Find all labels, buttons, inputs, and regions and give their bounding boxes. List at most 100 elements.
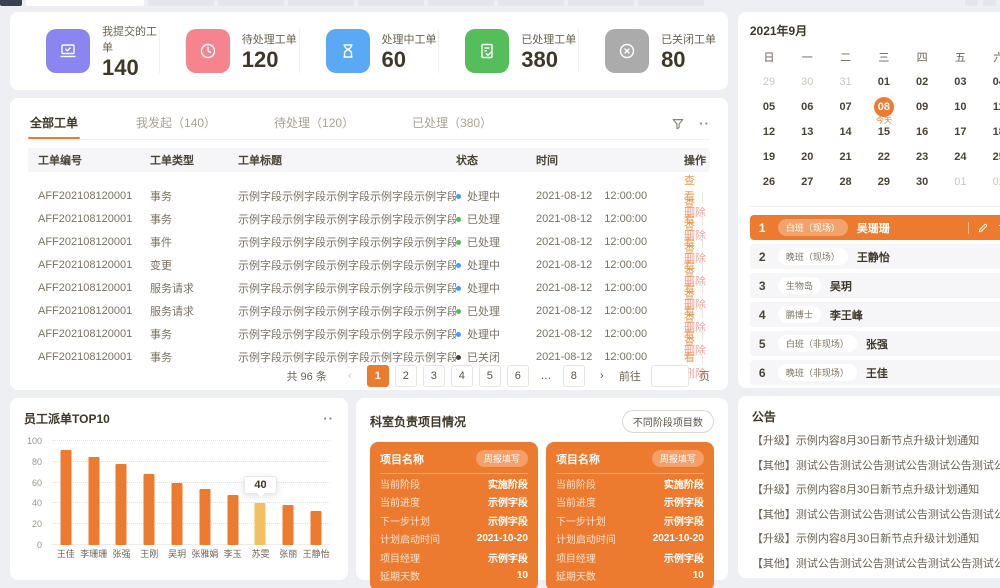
shift-row[interactable]: 2晚班（现场）王静怡 <box>750 244 1000 269</box>
page-button-3[interactable]: 3 <box>423 365 445 387</box>
mini-tab[interactable] <box>983 0 996 6</box>
shift-row[interactable]: 3生物岛吴玥 <box>750 273 1000 298</box>
bar-王佳[interactable] <box>60 450 71 545</box>
calendar-day-02[interactable]: 02 <box>903 71 941 96</box>
calendar-day-02[interactable]: 02 <box>980 171 1000 196</box>
calendar-day-16[interactable]: 16 <box>903 121 941 146</box>
filter-icon[interactable] <box>671 117 685 131</box>
calendar-day-06[interactable]: 06 <box>788 96 826 121</box>
bar-吴玥[interactable] <box>172 483 183 545</box>
calendar-day-29[interactable]: 29 <box>865 171 903 196</box>
cell-title: 示例字段示例字段示例字段示例字段示例字段 <box>238 326 456 342</box>
bar-王静怡[interactable] <box>311 511 322 545</box>
mini-tab[interactable] <box>428 0 494 6</box>
table-body: AFF202108120001事务示例字段示例字段示例字段示例字段示例字段处理中… <box>28 172 710 356</box>
calendar-day-20[interactable]: 20 <box>788 146 826 171</box>
tab-待处理（120）[interactable]: 待处理（120） <box>272 108 356 139</box>
shift-row[interactable]: 6晚班（非现场）王佳 <box>750 360 1000 385</box>
bar-张强[interactable] <box>116 464 127 545</box>
bar-张丽[interactable] <box>283 505 294 545</box>
bar-苏雯[interactable] <box>255 503 266 545</box>
calendar-day-19[interactable]: 19 <box>750 146 788 171</box>
more-icon[interactable]: ·· <box>699 117 710 130</box>
cell-status: 处理中 <box>456 188 536 204</box>
shift-row[interactable]: 1白班（现场）吴珊珊 <box>750 215 1000 240</box>
mini-tab[interactable] <box>568 0 634 6</box>
page-button-6[interactable]: 6 <box>507 365 529 387</box>
calendar-day-25[interactable]: 25 <box>980 146 1000 171</box>
tab-已处理（380）[interactable]: 已处理（380） <box>410 108 494 139</box>
mini-tab[interactable] <box>0 0 22 6</box>
calendar-day-07[interactable]: 07 <box>826 96 864 121</box>
mini-tab[interactable] <box>218 0 284 6</box>
field-value: 示例字段 <box>664 494 704 509</box>
next-page-button[interactable]: › <box>591 365 613 387</box>
prev-page-button[interactable]: ‹ <box>339 365 361 387</box>
calendar-day-30[interactable]: 30 <box>903 171 941 196</box>
calendar-day-28[interactable]: 28 <box>826 171 864 196</box>
bar-李玉[interactable] <box>227 495 238 545</box>
weekly-report-badge[interactable]: 周报填写 <box>476 450 528 467</box>
notice-item[interactable]: 【其他】测试公告测试公告测试公告测试公告测试公告 <box>752 454 1000 479</box>
mini-tab[interactable] <box>358 0 424 6</box>
calendar-day-26[interactable]: 26 <box>750 171 788 196</box>
calendar-day-29[interactable]: 29 <box>750 71 788 96</box>
page-button-5[interactable]: 5 <box>479 365 501 387</box>
calendar-day-18[interactable]: 18 <box>980 121 1000 146</box>
tab-我发起（140）[interactable]: 我发起（140） <box>134 108 218 139</box>
calendar-day-13[interactable]: 13 <box>788 121 826 146</box>
calendar-day-31[interactable]: 31 <box>826 71 864 96</box>
edit-icon[interactable] <box>977 222 989 234</box>
page-button-...[interactable]: … <box>535 365 557 387</box>
page-jump-input[interactable] <box>651 365 689 387</box>
calendar-day-01[interactable]: 01 <box>941 171 979 196</box>
calendar-day-15[interactable]: 15 <box>865 121 903 146</box>
calendar-day-30[interactable]: 30 <box>788 71 826 96</box>
calendar-day-04[interactable]: 04 <box>980 71 1000 96</box>
calendar-day-09[interactable]: 09 <box>903 96 941 121</box>
cell-type: 事务 <box>150 349 238 365</box>
cell-type: 变更 <box>150 257 238 273</box>
stage-count-button[interactable]: 不同阶段项目数 <box>622 410 714 433</box>
calendar-day-03[interactable]: 03 <box>941 71 979 96</box>
calendar-day-12[interactable]: 12 <box>750 121 788 146</box>
mini-tab[interactable] <box>148 0 214 6</box>
calendar-day-01[interactable]: 01 <box>865 71 903 96</box>
bar-李珊珊[interactable] <box>88 457 99 545</box>
calendar-day-14[interactable]: 14 <box>826 121 864 146</box>
mini-tab[interactable] <box>26 0 144 6</box>
calendar-day-23[interactable]: 23 <box>903 146 941 171</box>
view-link[interactable]: 查看 <box>684 336 695 364</box>
notice-item[interactable]: 【升级】示例内容8月30日新节点升级计划通知 <box>752 429 1000 454</box>
page-button-8[interactable]: 8 <box>563 365 585 387</box>
shift-row[interactable]: 4鹏博士李王峰 <box>750 302 1000 327</box>
weekly-report-badge[interactable]: 周报填写 <box>652 450 704 467</box>
calendar-day-17[interactable]: 17 <box>941 121 979 146</box>
notice-item[interactable]: 【升级】示例内容8月30日新节点升级计划通知 <box>752 527 1000 552</box>
page-button-4[interactable]: 4 <box>451 365 473 387</box>
mini-tab[interactable] <box>498 0 564 6</box>
bar-张雅娟[interactable] <box>199 489 210 545</box>
more-icon[interactable]: ·· <box>323 412 334 425</box>
calendar-day-22[interactable]: 22 <box>865 146 903 171</box>
today-marker: 08 <box>874 97 894 117</box>
mini-tab[interactable] <box>965 0 978 6</box>
bar-王刚[interactable] <box>144 474 155 545</box>
notice-item[interactable]: 【其他】测试公告测试公告测试公告测试公告测试公告 <box>752 503 1000 528</box>
calendar-day-11[interactable]: 11 <box>980 96 1000 121</box>
calendar-day-08[interactable]: 08今天 <box>865 96 903 121</box>
page-button-1[interactable]: 1 <box>367 365 389 387</box>
field-value: 示例字段 <box>488 550 528 565</box>
notice-item[interactable]: 【升级】示例内容8月30日新节点升级计划通知 <box>752 478 1000 503</box>
mini-tab[interactable] <box>638 0 704 6</box>
tab-全部工单[interactable]: 全部工单 <box>28 108 80 139</box>
shift-row[interactable]: 5白班（非现场）张强 <box>750 331 1000 356</box>
calendar-day-05[interactable]: 05 <box>750 96 788 121</box>
calendar-day-27[interactable]: 27 <box>788 171 826 196</box>
page-button-2[interactable]: 2 <box>395 365 417 387</box>
mini-tab[interactable] <box>288 0 354 6</box>
calendar-day-24[interactable]: 24 <box>941 146 979 171</box>
calendar-day-21[interactable]: 21 <box>826 146 864 171</box>
notice-item[interactable]: 【其他】测试公告测试公告测试公告测试公告测试公告 <box>752 552 1000 577</box>
calendar-day-10[interactable]: 10 <box>941 96 979 121</box>
